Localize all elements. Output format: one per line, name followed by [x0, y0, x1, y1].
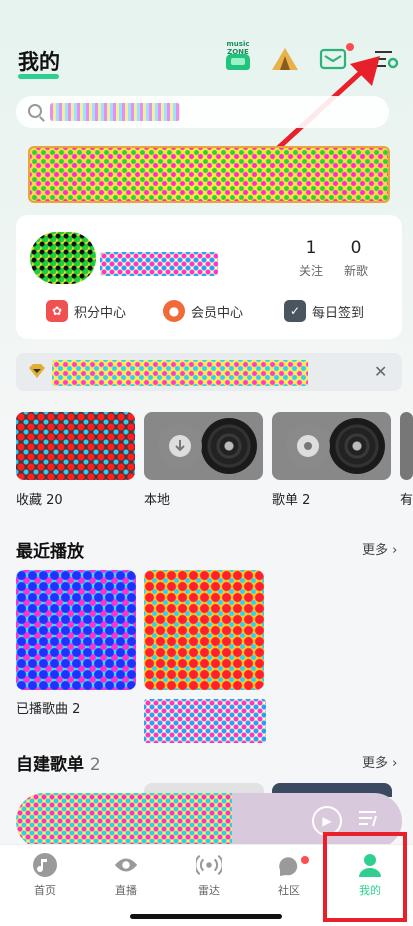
- tile-playlists[interactable]: [272, 412, 391, 480]
- username[interactable]: [100, 252, 218, 276]
- highlight-box: [323, 832, 407, 922]
- points-center-link[interactable]: ✿ 积分中心: [46, 300, 126, 322]
- disc-icon: [286, 424, 330, 468]
- recent-title: 最近播放: [16, 542, 84, 562]
- recent-album-1[interactable]: [16, 570, 136, 690]
- chevron-right-icon: ›: [388, 543, 398, 558]
- download-icon: [158, 424, 202, 468]
- tab-home[interactable]: 首页: [16, 852, 74, 898]
- mini-player-track-art: [16, 793, 232, 849]
- page-title: 我的: [18, 50, 60, 74]
- tab-radar[interactable]: 雷达: [180, 852, 238, 898]
- home-note-icon: [32, 852, 58, 878]
- gift-icon: ✿: [46, 300, 68, 322]
- recent-more-link[interactable]: 更多 ›: [362, 539, 397, 558]
- recent-album-2-label: [144, 699, 266, 743]
- home-indicator: [130, 914, 282, 919]
- member-center-link[interactable]: ● 会员中心: [163, 300, 243, 322]
- piggy-icon: ●: [163, 300, 185, 322]
- stat-follow[interactable]: 1 关注: [289, 238, 333, 279]
- daily-checkin-label: 每日签到: [312, 305, 365, 321]
- promo-banner[interactable]: [28, 146, 390, 203]
- stat-follow-count: 1: [305, 238, 317, 258]
- vip-diamond-icon: [28, 363, 46, 379]
- tile-more-label: 有: [400, 493, 413, 508]
- search-icon: [28, 104, 42, 118]
- community-badge: [301, 856, 309, 864]
- tab-home-label: 首页: [34, 884, 56, 897]
- close-icon[interactable]: ✕: [374, 362, 387, 381]
- tile-local-label: 本地: [144, 493, 171, 508]
- eye-icon: [113, 852, 139, 878]
- daily-checkin-link[interactable]: ✓ 每日签到: [284, 300, 364, 322]
- playlists-count: 2: [89, 755, 101, 775]
- stat-new-songs[interactable]: 0 新歌: [334, 238, 378, 279]
- stat-follow-label: 关注: [298, 264, 323, 278]
- tab-live-label: 直播: [115, 884, 137, 897]
- tile-playlists-label: 歌单 2: [272, 493, 311, 508]
- tab-radar-label: 雷达: [198, 884, 220, 897]
- stat-new-songs-label: 新歌: [343, 264, 368, 278]
- member-center-label: 会员中心: [191, 305, 244, 321]
- chevron-right-icon: ›: [388, 756, 398, 771]
- tile-more[interactable]: [400, 412, 413, 480]
- notice-text: [52, 360, 308, 386]
- radar-icon: [196, 852, 222, 878]
- avatar[interactable]: [30, 232, 96, 284]
- playlists-more-link[interactable]: 更多 ›: [362, 752, 397, 771]
- tile-favorites-label: 收藏 20: [16, 493, 63, 508]
- recent-more-label: 更多: [362, 543, 389, 558]
- playlists-more-label: 更多: [362, 756, 389, 771]
- tab-community-label: 社区: [278, 884, 300, 897]
- music-zone-icon[interactable]: music ZONE: [220, 40, 256, 74]
- tab-live[interactable]: 直播: [97, 852, 155, 898]
- calendar-check-icon: ✓: [284, 300, 306, 322]
- title-underline: [18, 74, 59, 79]
- recent-album-2[interactable]: [144, 570, 264, 690]
- stat-new-songs-count: 0: [350, 238, 362, 258]
- points-center-label: 积分中心: [74, 305, 127, 321]
- tab-community[interactable]: 社区: [260, 852, 318, 898]
- recent-album-1-label: 已播歌曲 2: [16, 702, 81, 717]
- search-placeholder: [50, 103, 180, 121]
- playlists-title: 自建歌单 2: [16, 755, 101, 775]
- community-icon: [276, 852, 302, 878]
- tile-favorites[interactable]: [16, 412, 135, 480]
- tile-local[interactable]: [144, 412, 263, 480]
